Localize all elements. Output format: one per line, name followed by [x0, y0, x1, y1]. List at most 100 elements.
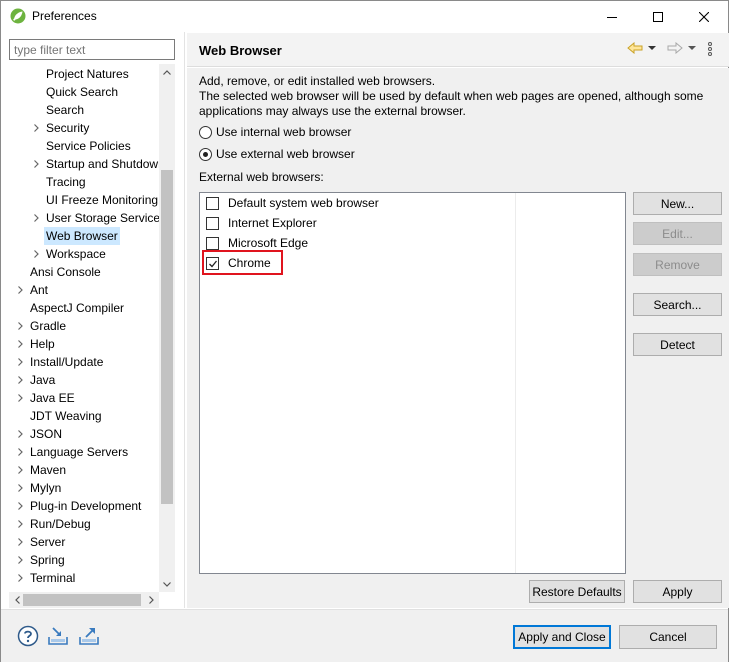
tree-expand-icon[interactable] [15, 353, 25, 371]
page-description: Add, remove, or edit installed web brows… [199, 74, 719, 119]
browser-row[interactable]: Internet Explorer [206, 213, 317, 233]
tree-item[interactable]: UI Freeze Monitoring [9, 191, 159, 209]
browser-row[interactable]: Default system web browser [206, 193, 379, 213]
tree-item[interactable]: AspectJ Compiler [9, 299, 159, 317]
tree-expand-icon[interactable] [31, 209, 41, 227]
checkbox[interactable] [206, 216, 219, 230]
filter-input[interactable] [9, 39, 175, 60]
radio-button[interactable] [199, 125, 212, 139]
remove-browser-button[interactable]: Remove [633, 253, 722, 276]
tree-item[interactable]: Spring [9, 551, 159, 569]
tree-expand-icon[interactable] [15, 551, 25, 569]
back-arrow-icon [627, 42, 643, 54]
tree-item[interactable]: Plug-in Development [9, 497, 159, 515]
tree-item[interactable]: Service Policies [9, 137, 159, 155]
tree-item-label: Service Policies [46, 139, 131, 153]
tree-item[interactable]: Security [9, 119, 159, 137]
tree-expand-icon[interactable] [31, 119, 41, 137]
tree-item[interactable]: Web Browser [9, 227, 159, 245]
tree-vertical-scrollbar[interactable] [159, 64, 175, 592]
cancel-button[interactable]: Cancel [619, 625, 717, 649]
tree-item[interactable]: Startup and Shutdown [9, 155, 165, 173]
tree-item[interactable]: Quick Search [9, 83, 159, 101]
tree-item[interactable]: Language Servers [9, 443, 159, 461]
scroll-thumb[interactable] [23, 594, 141, 606]
forward-nav[interactable] [667, 42, 697, 54]
tree-item-label: User Storage Service [46, 211, 161, 225]
tree-item[interactable]: Ansi Console [9, 263, 159, 281]
new-browser-button[interactable]: New... [633, 192, 722, 215]
tree-expand-icon[interactable] [15, 371, 25, 389]
tree-item[interactable]: Java EE [9, 389, 159, 407]
tree-expand-icon[interactable] [31, 245, 41, 263]
scroll-thumb[interactable] [161, 170, 173, 504]
detect-browsers-button[interactable]: Detect [633, 333, 722, 356]
tree-expand-icon[interactable] [15, 515, 25, 533]
tree-item[interactable]: JDT Weaving [9, 407, 159, 425]
tree-item[interactable]: Search [9, 101, 159, 119]
apply-button[interactable]: Apply [633, 580, 722, 603]
tree-item-label: Ant [30, 283, 49, 297]
dropdown-arrow-icon [688, 46, 696, 50]
tree-expand-icon[interactable] [31, 155, 41, 173]
maximize-button[interactable] [635, 1, 681, 32]
panel-sash[interactable] [184, 32, 185, 608]
tree-item[interactable]: Ant [9, 281, 159, 299]
help-icon[interactable] [17, 625, 39, 647]
tree-expand-icon[interactable] [15, 461, 25, 479]
tree-expand-icon[interactable] [15, 533, 25, 551]
tree-item[interactable]: Workspace [9, 245, 159, 263]
tree-expand-icon[interactable] [15, 569, 25, 587]
apply-and-close-button[interactable]: Apply and Close [513, 625, 611, 649]
checkbox[interactable] [206, 196, 219, 210]
tree-expand-icon[interactable] [15, 443, 25, 461]
view-menu-button[interactable] [707, 42, 713, 56]
vertical-ellipsis-icon [708, 42, 712, 56]
tree-expand-icon[interactable] [15, 479, 25, 497]
tree-item[interactable]: Mylyn [9, 479, 159, 497]
scroll-right-arrow[interactable] [143, 592, 159, 608]
tree-item[interactable]: Java [9, 371, 159, 389]
radio-internal-browser[interactable]: Use internal web browser [199, 123, 351, 141]
tree-horizontal-scrollbar[interactable] [9, 592, 159, 608]
tree-item[interactable]: Run/Debug [9, 515, 159, 533]
checkbox[interactable] [206, 236, 219, 250]
tree-item[interactable]: Terminal [9, 569, 159, 587]
radio-external-browser[interactable]: Use external web browser [199, 145, 355, 163]
tree-item[interactable]: Project Natures [9, 65, 159, 83]
restore-defaults-button[interactable]: Restore Defaults [529, 580, 625, 603]
tree-item[interactable]: Server [9, 533, 159, 551]
scroll-up-arrow[interactable] [159, 64, 175, 80]
minimize-button[interactable] [589, 1, 635, 32]
tree-expand-icon[interactable] [15, 317, 25, 335]
tree-expand-icon[interactable] [15, 389, 25, 407]
tree-item[interactable]: JSON [9, 425, 159, 443]
external-browsers-list[interactable]: Default system web browser Internet Explo… [199, 192, 626, 574]
radio-button[interactable] [199, 147, 212, 161]
tree-expand-icon[interactable] [15, 497, 25, 515]
tree-expand-icon[interactable] [15, 281, 25, 299]
tree-item-label: Install/Update [30, 355, 104, 369]
tree-item[interactable]: Tracing [9, 173, 159, 191]
import-icon[interactable] [47, 625, 69, 647]
tree-expand-icon[interactable] [15, 335, 25, 353]
tree-expand-icon[interactable] [15, 425, 25, 443]
edit-browser-button[interactable]: Edit... [633, 222, 722, 245]
tree-item-label: Spring [30, 553, 65, 567]
browser-name: Internet Explorer [228, 216, 317, 230]
back-nav[interactable] [627, 42, 657, 54]
close-button[interactable] [681, 1, 727, 32]
tree-item-label: Ansi Console [30, 265, 101, 279]
tree-item[interactable]: Gradle [9, 317, 159, 335]
title-bar: Preferences [1, 1, 728, 32]
tree-item[interactable]: Help [9, 335, 159, 353]
scroll-down-arrow[interactable] [159, 576, 175, 592]
tree-item-label: JSON [30, 427, 63, 441]
tree-item[interactable]: User Storage Service [9, 209, 161, 227]
export-icon[interactable] [78, 625, 100, 647]
tree-item[interactable]: Install/Update [9, 353, 159, 371]
tree-item[interactable]: Maven [9, 461, 159, 479]
dialog-footer: Apply and Close Cancel [1, 609, 728, 662]
search-browsers-button[interactable]: Search... [633, 293, 722, 316]
tree-item-label: Project Natures [46, 67, 129, 81]
